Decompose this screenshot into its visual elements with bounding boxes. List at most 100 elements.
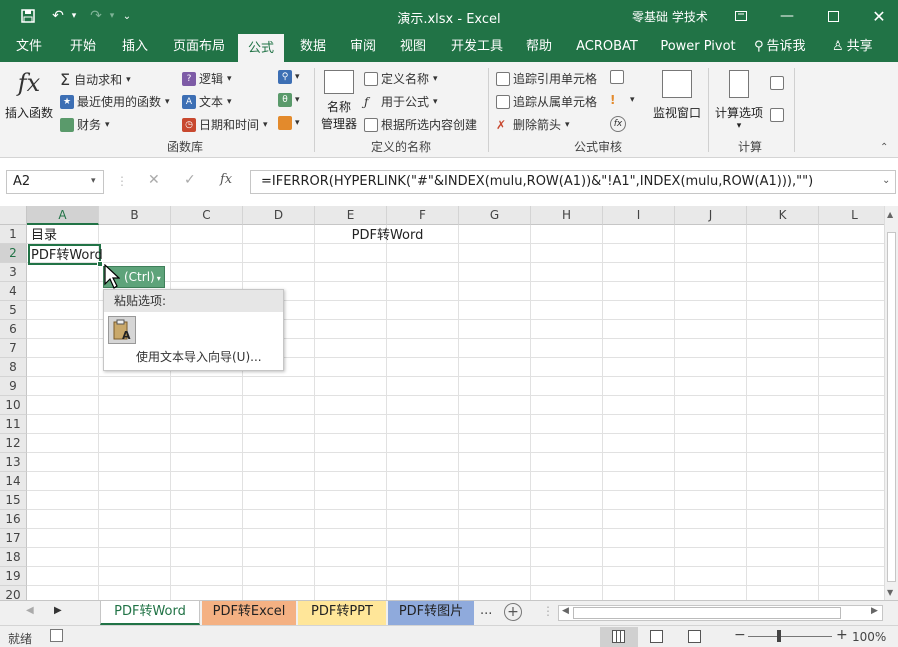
column-header-c[interactable]: C bbox=[171, 206, 243, 225]
row-header-20[interactable]: 20 bbox=[0, 586, 27, 600]
column-header-f[interactable]: F bbox=[387, 206, 459, 225]
trace-dependents-button[interactable]: 追踪从属单元格 bbox=[496, 93, 597, 110]
row-header-9[interactable]: 9 bbox=[0, 377, 27, 396]
row-header-15[interactable]: 15 bbox=[0, 491, 27, 510]
tab-review[interactable]: 审阅 bbox=[340, 32, 386, 62]
name-box-dropdown-icon[interactable]: ▾ bbox=[91, 176, 96, 186]
column-header-l[interactable]: L bbox=[819, 206, 884, 225]
tab-page-layout[interactable]: 页面布局 bbox=[166, 32, 232, 62]
insert-function-button[interactable]: fx 插入函数 bbox=[4, 68, 54, 132]
row-header-14[interactable]: 14 bbox=[0, 472, 27, 491]
tab-insert[interactable]: 插入 bbox=[112, 32, 158, 62]
row-header-2[interactable]: 2 bbox=[0, 244, 27, 263]
create-from-selection-button[interactable]: 根据所选内容创建 bbox=[364, 116, 477, 133]
row-header-8[interactable]: 8 bbox=[0, 358, 27, 377]
show-formulas-button[interactable] bbox=[610, 70, 627, 84]
page-layout-view-icon[interactable] bbox=[650, 630, 663, 643]
row-header-4[interactable]: 4 bbox=[0, 282, 27, 301]
row-header-19[interactable]: 19 bbox=[0, 567, 27, 586]
tab-power-pivot[interactable]: Power Pivot bbox=[656, 32, 740, 62]
column-header-e[interactable]: E bbox=[315, 206, 387, 225]
sheet-tab-2[interactable]: PDF转Excel bbox=[202, 601, 296, 625]
use-in-formula-button[interactable]: ƒ 用于公式 ▾ bbox=[364, 93, 438, 110]
tab-file[interactable]: 文件 bbox=[6, 32, 52, 62]
normal-view-icon[interactable] bbox=[612, 630, 625, 643]
cell-a1[interactable]: 目录 bbox=[31, 226, 57, 245]
error-checking-button[interactable]: ! ▾ bbox=[610, 93, 635, 107]
insert-function-icon[interactable]: fx bbox=[220, 172, 232, 187]
row-header-7[interactable]: 7 bbox=[0, 339, 27, 358]
trace-precedents-button[interactable]: 追踪引用单元格 bbox=[496, 70, 597, 87]
minimize-icon[interactable]: — bbox=[764, 0, 810, 32]
column-header-g[interactable]: G bbox=[459, 206, 531, 225]
cell-a2-selected[interactable]: PDF转Word bbox=[28, 244, 103, 265]
scroll-right-icon[interactable]: ▶ bbox=[871, 606, 878, 616]
zoom-slider-thumb[interactable] bbox=[777, 630, 781, 642]
row-header-11[interactable]: 11 bbox=[0, 415, 27, 434]
scroll-thumb[interactable] bbox=[887, 232, 896, 582]
row-header-12[interactable]: 12 bbox=[0, 434, 27, 453]
tab-formulas[interactable]: 公式 bbox=[238, 34, 284, 62]
column-header-a[interactable]: A bbox=[27, 206, 99, 225]
calc-options-button[interactable]: 计算选项 ▾ bbox=[712, 70, 766, 131]
financial-button[interactable]: 财务 ▾ bbox=[60, 116, 110, 133]
close-icon[interactable]: ✕ bbox=[856, 0, 898, 32]
zoom-level[interactable]: 100% bbox=[852, 630, 886, 644]
column-header-k[interactable]: K bbox=[747, 206, 819, 225]
column-header-d[interactable]: D bbox=[243, 206, 315, 225]
text-function-button[interactable]: A 文本 ▾ bbox=[182, 93, 232, 110]
ribbon-display-icon[interactable] bbox=[718, 0, 764, 32]
calculate-sheet-button[interactable] bbox=[770, 108, 787, 122]
more-sheets-ellipsis[interactable]: ... bbox=[480, 603, 492, 618]
calculate-now-button[interactable] bbox=[770, 76, 787, 90]
vertical-scrollbar[interactable]: ▲ ▼ bbox=[884, 206, 898, 600]
row-header-3[interactable]: 3 bbox=[0, 263, 27, 282]
row-header-6[interactable]: 6 bbox=[0, 320, 27, 339]
collapse-ribbon-icon[interactable]: ⌃ bbox=[880, 142, 888, 153]
tab-data[interactable]: 数据 bbox=[290, 32, 336, 62]
text-import-wizard-item[interactable]: 使用文本导入向导(U)... bbox=[136, 348, 262, 365]
horizontal-scrollbar[interactable]: ◀ ▶ bbox=[558, 605, 883, 621]
add-sheet-icon[interactable]: + bbox=[504, 603, 522, 621]
row-header-1[interactable]: 1 bbox=[0, 225, 27, 244]
tell-me[interactable]: ⚲ 告诉我 bbox=[754, 32, 816, 62]
datetime-button[interactable]: ◷ 日期和时间 ▾ bbox=[182, 116, 268, 133]
scroll-up-icon[interactable]: ▲ bbox=[887, 210, 893, 219]
zoom-out-icon[interactable]: − bbox=[734, 627, 746, 643]
sheet-tab-3[interactable]: PDF转PPT bbox=[298, 601, 386, 625]
column-header-j[interactable]: J bbox=[675, 206, 747, 225]
row-header-13[interactable]: 13 bbox=[0, 453, 27, 472]
logical-button[interactable]: ? 逻辑 ▾ bbox=[182, 70, 232, 87]
lookup-reference-button[interactable]: ⚲ ▾ bbox=[278, 70, 300, 84]
select-all-button[interactable] bbox=[0, 206, 27, 225]
tab-view[interactable]: 视图 bbox=[390, 32, 436, 62]
row-header-5[interactable]: 5 bbox=[0, 301, 27, 320]
account-name[interactable]: 零基础 学技术 bbox=[632, 8, 708, 25]
watch-window-button[interactable]: 监视窗口 bbox=[652, 70, 702, 121]
autosum-button[interactable]: Σ 自动求和 ▾ bbox=[60, 70, 131, 89]
column-header-b[interactable]: B bbox=[99, 206, 171, 225]
prev-sheet-icon[interactable]: ◀ bbox=[26, 605, 34, 616]
scroll-left-icon[interactable]: ◀ bbox=[562, 606, 569, 616]
name-manager-button[interactable]: 名称 管理器 bbox=[318, 70, 360, 132]
formula-input[interactable]: =IFERROR(HYPERLINK("#"&INDEX(mulu,ROW(A1… bbox=[250, 170, 896, 194]
h-scroll-thumb[interactable] bbox=[573, 607, 841, 619]
next-sheet-icon[interactable]: ▶ bbox=[54, 605, 62, 616]
column-header-i[interactable]: I bbox=[603, 206, 675, 225]
tab-acrobat[interactable]: ACROBAT bbox=[572, 32, 642, 62]
scroll-down-icon[interactable]: ▼ bbox=[887, 588, 893, 597]
maximize-icon[interactable] bbox=[810, 0, 856, 32]
zoom-slider-track[interactable] bbox=[748, 636, 832, 637]
recent-functions-button[interactable]: ★ 最近使用的函数 ▾ bbox=[60, 93, 170, 110]
column-header-h[interactable]: H bbox=[531, 206, 603, 225]
math-trig-button[interactable]: θ ▾ bbox=[278, 93, 300, 107]
name-box[interactable]: A2 bbox=[6, 170, 104, 194]
page-break-view-icon[interactable] bbox=[688, 630, 701, 643]
define-name-button[interactable]: 定义名称 ▾ bbox=[364, 70, 438, 87]
tab-split-handle-icon[interactable]: ⋮ bbox=[542, 604, 554, 618]
macro-record-icon[interactable] bbox=[50, 629, 63, 642]
expand-formula-icon[interactable]: ⌄ bbox=[882, 175, 890, 186]
paste-text-icon[interactable]: A bbox=[108, 316, 136, 344]
row-header-18[interactable]: 18 bbox=[0, 548, 27, 567]
row-header-16[interactable]: 16 bbox=[0, 510, 27, 529]
